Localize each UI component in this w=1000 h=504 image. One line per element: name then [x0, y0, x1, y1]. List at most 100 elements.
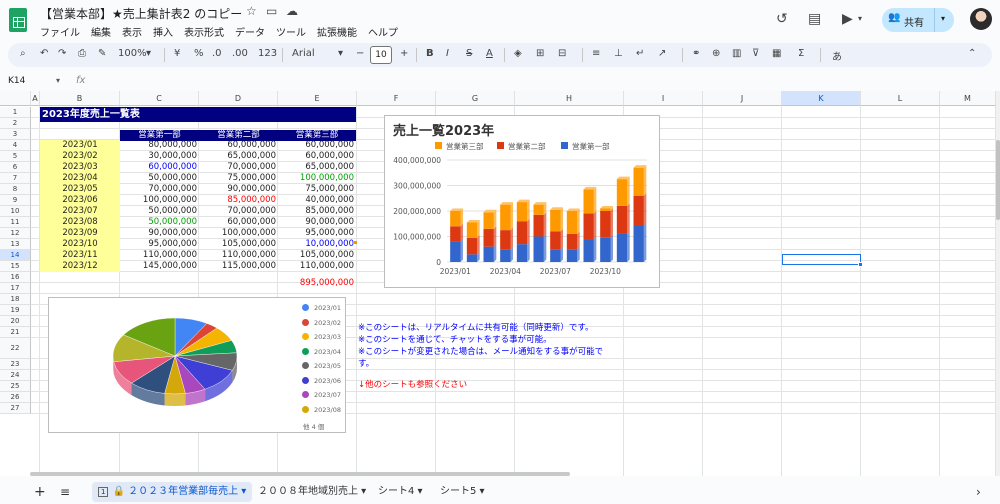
month-cell[interactable]: 2023/06	[40, 195, 120, 206]
meet-icon[interactable]: ▶	[842, 11, 853, 27]
filter-views-icon[interactable]: ▦	[772, 48, 781, 59]
menu-item[interactable]: 挿入	[153, 24, 173, 39]
filter-icon[interactable]: ⊽	[752, 48, 759, 59]
bar-segment[interactable]	[450, 226, 461, 242]
horizontal-align-icon[interactable]: ≡	[592, 48, 600, 59]
row-header[interactable]: 4	[0, 140, 31, 151]
column-header[interactable]: G	[436, 91, 515, 106]
bar-segment[interactable]	[616, 179, 628, 206]
bar-segment[interactable]	[500, 230, 511, 250]
bar-segment[interactable]	[616, 205, 628, 234]
row-header[interactable]: 26	[0, 392, 31, 403]
menu-item[interactable]: 拡張機能	[317, 24, 357, 39]
bar-segment[interactable]	[566, 211, 578, 234]
functions-button[interactable]: Σ	[798, 48, 804, 59]
text-wrap-icon[interactable]: ↵	[636, 48, 644, 59]
dept3-cell[interactable]: 60,000,000	[278, 140, 356, 151]
fill-handle[interactable]	[858, 262, 863, 267]
pie-legend-label[interactable]: 2023/04	[314, 348, 341, 356]
collapse-menus-icon[interactable]: ⌃	[968, 48, 976, 59]
italic-button[interactable]: I	[446, 48, 449, 59]
month-cell[interactable]: 2023/03	[40, 162, 120, 173]
dept2-cell[interactable]: 110,000,000	[199, 250, 278, 261]
more-formats-button[interactable]: 123	[258, 48, 277, 59]
tab-sheet-3[interactable]: シート4 ▾	[372, 482, 429, 502]
dept1-cell[interactable]: 70,000,000	[120, 184, 199, 195]
pie-legend-label[interactable]: 2023/01	[314, 304, 341, 312]
column-header[interactable]: M	[940, 91, 996, 106]
sheet-grid[interactable]: ABCDEFGHIJKLM 1 2 3 4 5 6 7 8 9 10 11 12 13 14 15 16 17 1…	[0, 91, 996, 476]
zoom-select[interactable]: 100%	[118, 48, 147, 59]
column-header[interactable]: E	[278, 91, 357, 106]
bar-segment[interactable]	[516, 202, 528, 222]
comment-add-icon[interactable]: ⊕	[712, 48, 720, 59]
pie-chart[interactable]: 2023/01 2023/02 2023/03 2023/04 2023/05 2023/…	[48, 297, 346, 433]
column-header[interactable]: L	[861, 91, 940, 106]
text-color-button[interactable]: A	[486, 48, 493, 59]
dept1-cell[interactable]: 30,000,000	[120, 151, 199, 162]
text-rotate-icon[interactable]: ↗	[658, 48, 666, 59]
row-header[interactable]: 20	[0, 316, 31, 327]
dept1-cell[interactable]: 80,000,000	[120, 140, 199, 151]
dept1-cell[interactable]: 100,000,000	[120, 195, 199, 206]
row-header[interactable]: 18	[0, 294, 31, 305]
row-header[interactable]: 14	[0, 250, 31, 261]
menu-item[interactable]: 編集	[91, 24, 111, 39]
dept1-cell[interactable]: 95,000,000	[120, 239, 199, 250]
menu-item[interactable]: データ	[235, 24, 265, 39]
meet-dropdown-icon[interactable]: ▾	[858, 14, 862, 23]
row-header[interactable]: 12	[0, 228, 31, 239]
bar-segment[interactable]	[516, 221, 528, 245]
vertical-scroll-thumb[interactable]	[996, 140, 1000, 220]
name-box[interactable]: K14	[8, 76, 25, 86]
undo-icon[interactable]: ↶	[40, 48, 48, 59]
bar-segment[interactable]	[633, 167, 644, 196]
chevron-down-icon[interactable]: ▾	[56, 76, 60, 85]
pie-legend-label[interactable]: 2023/08	[314, 406, 341, 414]
dept2-cell[interactable]: 90,000,000	[199, 184, 278, 195]
bar-segment[interactable]	[483, 246, 494, 262]
dept3-cell[interactable]: 90,000,000	[278, 217, 356, 228]
row-header[interactable]: 15	[0, 261, 31, 272]
row-header[interactable]: 11	[0, 217, 31, 228]
column-header[interactable]: D	[199, 91, 278, 106]
bar-segment[interactable]	[466, 254, 478, 262]
borders-icon[interactable]: ⊞	[536, 48, 544, 59]
pie-legend-label[interactable]: 2023/02	[314, 319, 341, 327]
strikethrough-button[interactable]: S	[466, 48, 472, 59]
bar-segment[interactable]	[500, 204, 511, 231]
month-cell[interactable]: 2023/09	[40, 228, 120, 239]
dept1-cell[interactable]: 90,000,000	[120, 228, 199, 239]
bar-segment[interactable]	[600, 237, 611, 262]
comment-icon[interactable]: ▤	[808, 11, 821, 27]
row-header[interactable]: 9	[0, 195, 31, 206]
table-title[interactable]: 2023年度売上一覧表	[40, 107, 356, 122]
pie-legend-label[interactable]: 2023/06	[314, 377, 341, 385]
note-line-4[interactable]: す。	[358, 357, 374, 369]
dept2-cell[interactable]: 60,000,000	[199, 217, 278, 228]
bar-segment[interactable]	[583, 213, 594, 240]
bar-segment[interactable]	[450, 211, 461, 227]
pie-legend-label[interactable]: 2023/05	[314, 362, 341, 370]
bar-segment[interactable]	[483, 212, 494, 229]
row-header[interactable]: 21	[0, 327, 31, 338]
dept1-cell[interactable]: 110,000,000	[120, 250, 199, 261]
bar-segment[interactable]	[466, 237, 478, 255]
dept3-cell[interactable]: 110,000,000	[278, 261, 356, 272]
increase-decimal-button[interactable]: .00	[232, 48, 248, 59]
dept3-cell[interactable]: 60,000,000	[278, 151, 356, 162]
add-sheet-button[interactable]: +	[28, 482, 52, 502]
font-size-input[interactable]: 10	[370, 46, 392, 64]
column-header[interactable]: F	[357, 91, 436, 106]
row-header[interactable]: 13	[0, 239, 31, 250]
month-cell[interactable]: 2023/07	[40, 206, 120, 217]
dept1-cell[interactable]: 50,000,000	[120, 173, 199, 184]
vertical-align-icon[interactable]: ⊥	[614, 48, 623, 59]
row-header[interactable]: 27	[0, 403, 31, 414]
document-title[interactable]: 【営業本部】★売上集計表2 のコピー	[40, 5, 242, 22]
bar-segment[interactable]	[550, 249, 561, 262]
explore-icon[interactable]: ›	[970, 482, 987, 502]
month-cell[interactable]: 2023/08	[40, 217, 120, 228]
bar-segment[interactable]	[550, 231, 561, 250]
column-header[interactable]: A	[31, 91, 40, 106]
